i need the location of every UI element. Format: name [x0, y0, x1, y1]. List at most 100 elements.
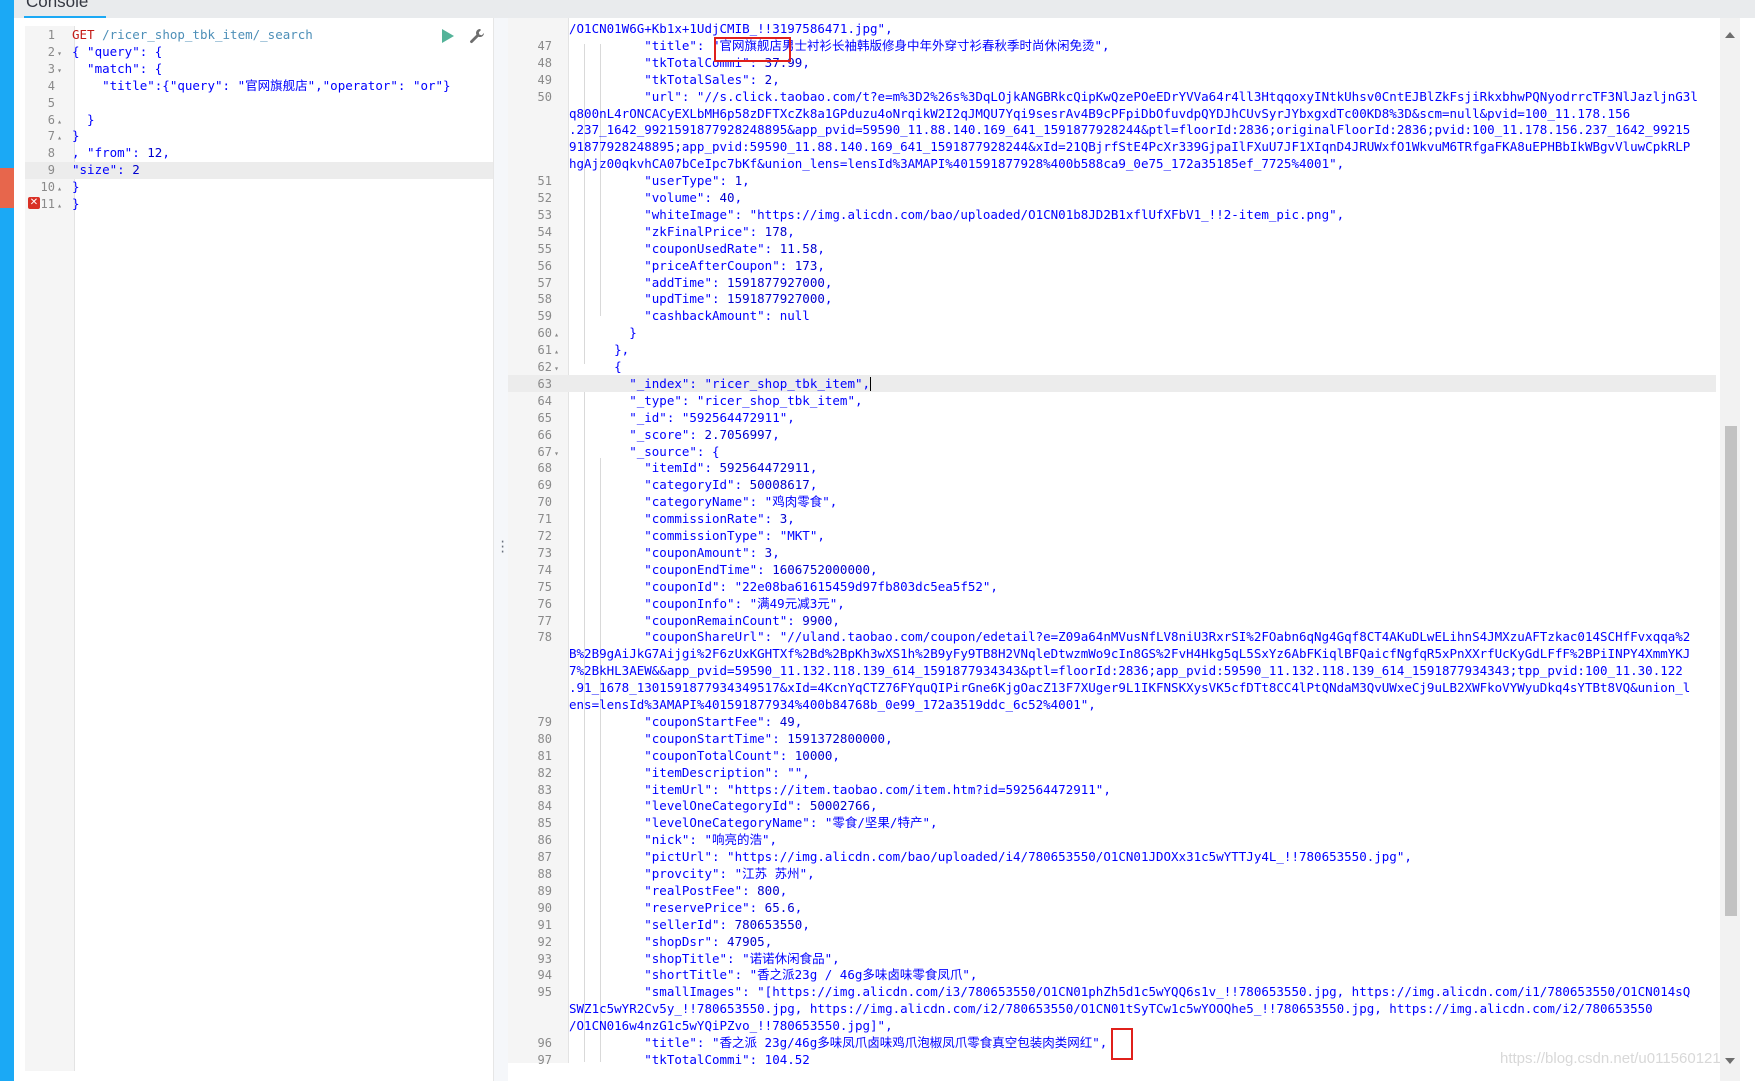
code-line[interactable]: 5: [25, 94, 72, 111]
line-number: 84: [537, 799, 552, 814]
code-line[interactable]: 84 "levelOneCategoryId": 50002766,: [508, 797, 878, 814]
line-code: "tkTotalCommi": 104.52: [569, 1051, 810, 1068]
code-line[interactable]: 11 ▴}: [25, 195, 80, 212]
code-line[interactable]: 59 "cashbackAmount": null: [508, 307, 810, 324]
code-line[interactable]: q800nL4rONCACyEXLbMH6p58zDFTXcZk8a1GPduz…: [508, 105, 1630, 122]
code-line[interactable]: 68 "itemId": 592564472911,: [508, 459, 818, 476]
code-token: "url": "//s.click.taobao.com/t?e=m%3D2%2…: [569, 88, 1698, 104]
code-line[interactable]: 58 "updTime": 1591877927000,: [508, 290, 833, 307]
code-line[interactable]: 78 "couponShareUrl": "//uland.taobao.com…: [508, 628, 1691, 645]
code-line[interactable]: 3 ▾ "match": {: [25, 60, 163, 77]
code-line[interactable]: ens=lensId%3AMAPI%401591877934%400b84768…: [508, 696, 1096, 713]
code-line[interactable]: hgAjz00qkvhCA07bCeIpc7bKf&union_lens=len…: [508, 155, 1344, 172]
code-token: "userType":: [569, 173, 735, 189]
code-line[interactable]: 8 , "from": 12,: [25, 144, 170, 161]
code-line[interactable]: 6 ▴ }: [25, 111, 95, 128]
code-line[interactable]: 51 "userType": 1,: [508, 172, 750, 189]
code-line[interactable]: SWZ1c5wYR2Cv5y_!!780653550.jpg, https://…: [508, 1000, 1653, 1017]
code-line[interactable]: 63 "_index": "ricer_shop_tbk_item",: [508, 375, 872, 392]
line-code: "userType": 1,: [569, 172, 749, 189]
code-token: "couponTotalCount":: [569, 747, 795, 763]
code-line[interactable]: .91_1678_1301591877934349517&xId=4KcnYqC…: [508, 679, 1690, 696]
scroll-up-icon[interactable]: [1725, 32, 1735, 38]
code-line[interactable]: 81 "couponTotalCount": 10000,: [508, 747, 840, 764]
code-line[interactable]: 54 "zkFinalPrice": 178,: [508, 223, 795, 240]
code-line[interactable]: 86 "nick": "响亮的浩",: [508, 831, 778, 848]
code-token: "shortTitle": "香之派23g / 46g多味卤味零食凤爪",: [569, 967, 978, 983]
code-line[interactable]: 73 "couponAmount": 3,: [508, 544, 780, 561]
fold-toggle-icon[interactable]: ▴: [55, 197, 64, 214]
line-code: "size": 2: [72, 161, 140, 178]
code-line[interactable]: 50 "url": "//s.click.taobao.com/t?e=m%3D…: [508, 88, 1698, 105]
code-line[interactable]: /O1CN01W6G+Kb1x+1UdjCMIB_!!3197586471.jp…: [508, 20, 893, 37]
tab-console[interactable]: Console: [26, 0, 88, 12]
line-number: 4: [47, 78, 55, 93]
code-line[interactable]: 96 "title": "香之派 23g/46g多味凤爪卤味鸡爪泡椒凤爪零食真空…: [508, 1034, 1108, 1051]
code-line[interactable]: 97 "tkTotalCommi": 104.52: [508, 1051, 810, 1068]
line-code: "shortTitle": "香之派23g / 46g多味卤味零食凤爪",: [569, 966, 977, 983]
line-code: "categoryName": "鸡肉零食",: [569, 493, 837, 510]
code-line[interactable]: 85 "levelOneCategoryName": "零食/坚果/特产",: [508, 814, 938, 831]
code-token: .237_1642_9921591877928248895&app_pvid=5…: [569, 122, 1691, 138]
code-line[interactable]: 95 "smallImages": "[https://img.alicdn.c…: [508, 983, 1691, 1000]
code-line[interactable]: 1 GET /ricer_shop_tbk_item/_search: [25, 26, 313, 43]
code-line[interactable]: 62 ▾ {: [508, 358, 622, 375]
code-line[interactable]: 88 "provcity": "江苏 苏州",: [508, 865, 815, 882]
scroll-down-icon[interactable]: [1725, 1058, 1735, 1064]
code-token: "nick": "响亮的浩",: [569, 832, 778, 848]
response-viewer[interactable]: /O1CN01W6G+Kb1x+1UdjCMIB_!!3197586471.jp…: [508, 18, 1729, 1081]
code-line[interactable]: 52 "volume": 40,: [508, 189, 743, 206]
code-line[interactable]: 56 "priceAfterCoupon": 173,: [508, 257, 825, 274]
code-line[interactable]: 60 ▴ }: [508, 324, 637, 341]
code-line[interactable]: 4 "title":{"query": "官网旗舰店","operator": …: [25, 77, 451, 94]
code-line[interactable]: 47 "title": "官网旗舰店男士衬衫长袖韩版修身中年外穿寸衫春秋季时尚休…: [508, 37, 1110, 54]
line-code: "itemDescription": "",: [569, 764, 810, 781]
code-line[interactable]: 76 "couponInfo": "满49元减3元",: [508, 595, 845, 612]
code-line[interactable]: 91877928248895;app_pvid:59590_11.88.140.…: [508, 138, 1690, 155]
code-line[interactable]: 94 "shortTitle": "香之派23g / 46g多味卤味零食凤爪",: [508, 966, 978, 983]
code-line[interactable]: .237_1642_9921591877928248895&app_pvid=5…: [508, 121, 1690, 138]
code-line[interactable]: 7%2BkHL3AEW&&app_pvid=59590_11.132.118.1…: [508, 662, 1683, 679]
code-line[interactable]: 92 "shopDsr": 47905,: [508, 933, 773, 950]
code-line[interactable]: 70 "categoryName": "鸡肉零食",: [508, 493, 838, 510]
code-line[interactable]: 91 "sellerId": 780653550,: [508, 916, 810, 933]
code-line[interactable]: 90 "reservePrice": 65.6,: [508, 899, 803, 916]
code-line[interactable]: 83 "itemUrl": "https://item.taobao.com/i…: [508, 781, 1111, 798]
line-code: "_type": "ricer_shop_tbk_item",: [569, 392, 862, 409]
code-line[interactable]: 66 "_score": 2.7056997,: [508, 426, 780, 443]
code-token: "title":{"query": "官网旗舰店","operator": "o…: [72, 77, 451, 93]
code-line[interactable]: 80 "couponStartTime": 1591372800000,: [508, 730, 893, 747]
code-line[interactable]: 69 "categoryId": 50008617,: [508, 476, 818, 493]
code-line[interactable]: 87 "pictUrl": "https://img.alicdn.com/ba…: [508, 848, 1412, 865]
code-line[interactable]: 7 ▴}: [25, 127, 80, 144]
code-line[interactable]: 67 ▾ "_source": {: [508, 443, 720, 460]
code-line[interactable]: 72 "commissionType": "MKT",: [508, 527, 825, 544]
code-line[interactable]: 82 "itemDescription": "",: [508, 764, 810, 781]
code-line[interactable]: 65 "_id": "592564472911",: [508, 409, 795, 426]
scrollbar-thumb[interactable]: [1725, 426, 1737, 916]
code-line[interactable]: 93 "shopTitle": "诺诺休闲食品",: [508, 950, 840, 967]
code-line[interactable]: 55 "couponUsedRate": 11.58,: [508, 240, 825, 257]
code-line[interactable]: 74 "couponEndTime": 1606752000000,: [508, 561, 878, 578]
code-line[interactable]: 57 "addTime": 1591877927000,: [508, 274, 833, 291]
code-line[interactable]: 10 ▴}: [25, 178, 80, 195]
code-line[interactable]: /O1CN016w4nzG1c5wYQiPZvo_!!780653550.jpg…: [508, 1017, 893, 1034]
code-line[interactable]: 64 "_type": "ricer_shop_tbk_item",: [508, 392, 863, 409]
code-line[interactable]: 9 "size": 2: [25, 161, 140, 178]
code-line[interactable]: 79 "couponStartFee": 49,: [508, 713, 803, 730]
code-token: "couponEndTime":: [569, 561, 773, 577]
response-scrollbar[interactable]: [1720, 18, 1740, 1081]
code-line[interactable]: B%2B9gAiJkG7Aijgi%2F6zUxKGHTXf%2Bd%2BpKh…: [508, 645, 1690, 662]
code-line[interactable]: 89 "realPostFee": 800,: [508, 882, 788, 899]
code-line[interactable]: 71 "commissionRate": 3,: [508, 510, 795, 527]
wrench-icon[interactable]: [469, 28, 485, 44]
code-line[interactable]: 2 ▾{ "query": {: [25, 43, 163, 60]
request-editor[interactable]: ✕ 1 GET /ricer_shop_tbk_item/_search 2 ▾{ "…: [25, 26, 493, 1081]
code-token: }: [72, 179, 80, 195]
code-line[interactable]: 77 "couponRemainCount": 9900,: [508, 612, 840, 629]
run-request-icon[interactable]: [442, 29, 454, 43]
code-line[interactable]: 53 "whiteImage": "https://img.alicdn.com…: [508, 206, 1345, 223]
code-line[interactable]: 61 ▴ },: [508, 341, 630, 358]
code-line[interactable]: 75 "couponId": "22e08ba61615459d97fb803d…: [508, 578, 998, 595]
code-line[interactable]: 49 "tkTotalSales": 2,: [508, 71, 780, 88]
